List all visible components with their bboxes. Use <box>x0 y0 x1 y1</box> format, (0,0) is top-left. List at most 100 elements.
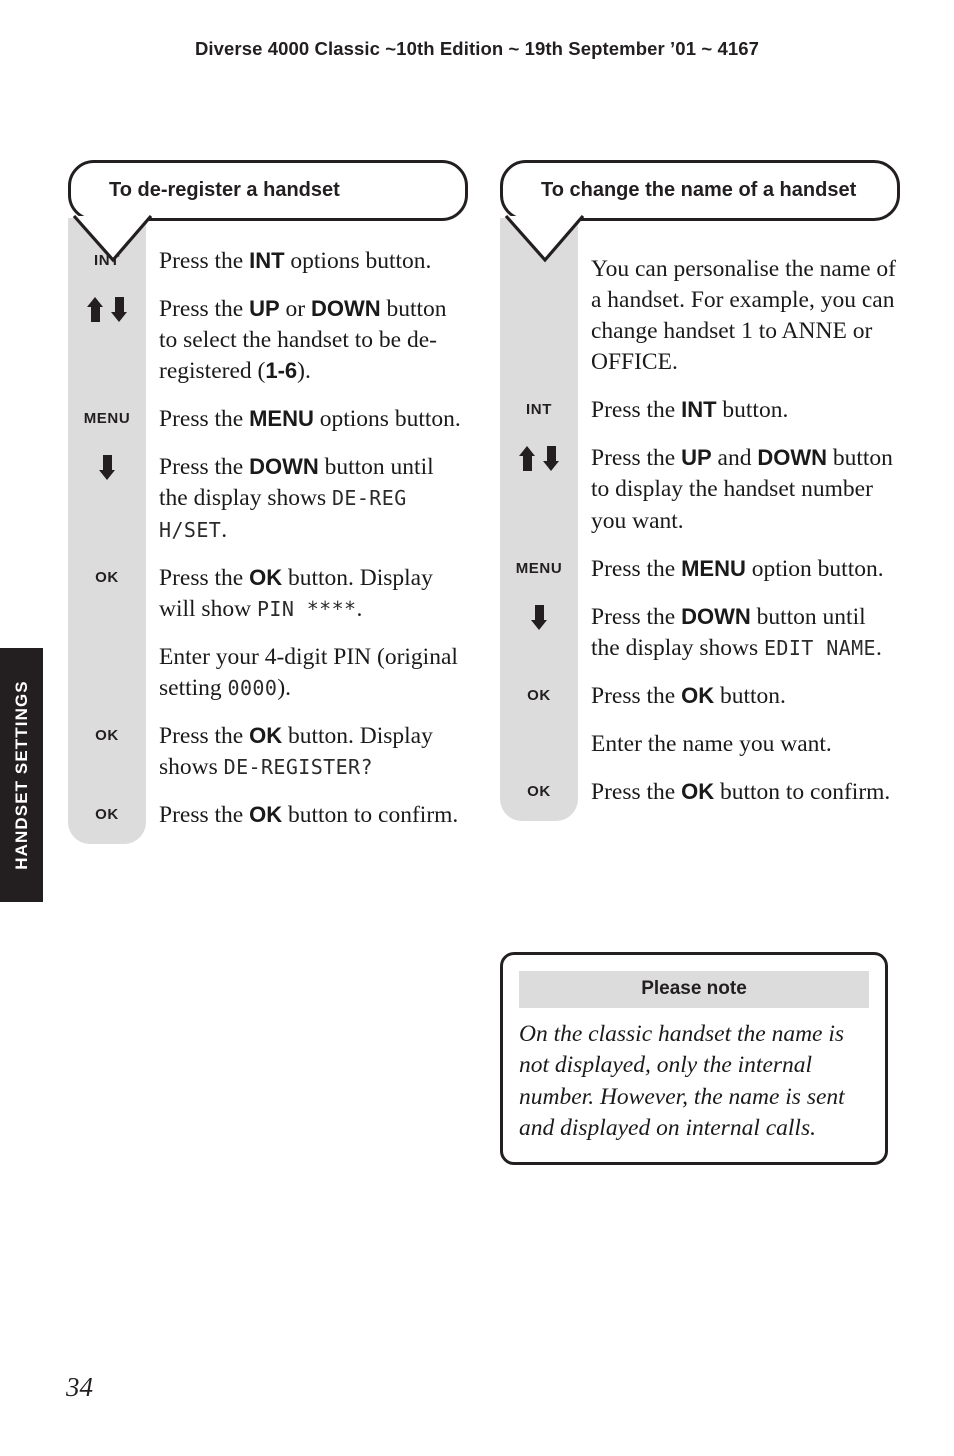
arrow-down-icon <box>542 446 560 472</box>
step-row: MENU Press the MENU options button. <box>68 404 468 435</box>
step-instruction-text: Press the OK button. <box>578 681 900 712</box>
arrow-down-icon <box>110 297 128 323</box>
page-number: 34 <box>66 1372 93 1402</box>
step-row: OK Press the OK button to confirm. <box>500 777 900 808</box>
text-run: Enter your 4-digit PIN (original setting <box>159 643 458 701</box>
procedure-title-right: To change the name of a handset <box>541 179 857 201</box>
step-row: Enter your 4-digit PIN (original setting… <box>68 642 468 704</box>
step-instruction-text: Enter your 4-digit PIN (original setting… <box>146 642 468 704</box>
text-run: Press the <box>159 296 250 323</box>
running-head: Diverse 4000 Classic ~10th Edition ~ 19t… <box>194 38 760 59</box>
arrow-up-icon <box>86 297 104 323</box>
procedure-column-change-name: To change the name of a handset You can … <box>500 160 900 821</box>
text-run: button. <box>714 682 786 709</box>
button-name: 1-6 <box>265 358 298 384</box>
steps-list-left: INT Press the INT options button. Press th… <box>68 218 468 844</box>
text-run: Press the <box>159 454 250 481</box>
step-row: MENU Press the MENU option button. <box>500 554 900 585</box>
procedure-title-left: To de-register a handset <box>109 179 340 201</box>
text-run: Press the <box>591 555 682 582</box>
text-run: button to confirm. <box>714 778 891 805</box>
text-run: button to confirm. <box>282 801 459 828</box>
step-row: INT Press the INT options button. <box>68 246 468 277</box>
button-name: INT <box>249 248 285 274</box>
step-row: Press the UP or DOWN button to select th… <box>68 294 468 387</box>
text-run: Press the <box>159 564 250 591</box>
step-instruction-text: Press the MENU option button. <box>578 554 900 585</box>
text-run: Press the <box>591 778 682 805</box>
step-key-down-arrow <box>68 452 146 481</box>
step-row: OK Press the OK button to confirm. <box>68 800 468 831</box>
button-name: DOWN <box>310 296 381 322</box>
procedure-heading-bubble-left: To de-register a handset <box>68 160 468 263</box>
button-name: UP <box>681 445 712 471</box>
arrow-up-icon <box>518 446 536 472</box>
step-instruction-text: Press the DOWN button until the display … <box>578 602 900 664</box>
lcd-display-text: DE-REGISTER? <box>223 754 373 779</box>
step-key-label: OK <box>95 568 119 586</box>
step-key-label: MENU <box>83 410 131 428</box>
step-key-label: OK <box>527 782 551 800</box>
step-key-label: OK <box>95 726 119 744</box>
text-run: options button. <box>284 248 432 275</box>
step-row: Press the DOWN button until the display … <box>68 452 468 545</box>
step-key-label: MENU <box>515 559 563 577</box>
step-key-down-arrow <box>500 602 578 630</box>
button-name: INT <box>681 397 717 423</box>
button-name: OK <box>249 801 283 827</box>
button-name: UP <box>249 296 280 322</box>
button-name: DOWN <box>681 603 751 629</box>
step-instruction-text: Press the DOWN button until the display … <box>146 452 468 545</box>
section-tab-handset-settings: HANDSET SETTINGS <box>0 648 43 902</box>
text-run: Press the <box>591 445 682 472</box>
step-row: You can personalise the name of a handse… <box>500 254 900 378</box>
lcd-display-text: 0000 <box>227 675 278 700</box>
text-run: . <box>875 634 882 661</box>
procedure-column-de-register: To de-register a handset INT Press the IN… <box>68 160 468 844</box>
please-note-body: On the classic handset the name is not d… <box>519 1021 845 1141</box>
step-instruction-text: Press the UP or DOWN button to select th… <box>146 294 468 387</box>
button-name: OK <box>681 682 715 708</box>
step-row: OK Press the OK button. Display shows DE-… <box>68 721 468 783</box>
lcd-display-text: EDIT NAME <box>763 635 876 660</box>
step-key-label: INT <box>94 252 120 270</box>
step-instruction-text: Press the INT options button. <box>146 246 468 277</box>
step-row: Enter the name you want. <box>500 729 900 760</box>
text-run: Press the <box>159 722 250 749</box>
button-name: MENU <box>249 406 314 432</box>
step-row: Press the UP and DOWN button to display … <box>500 443 900 536</box>
text-run: ). <box>277 674 292 701</box>
step-row: OK Press the OK button. Display will show… <box>68 563 468 625</box>
text-run: Press the <box>159 801 250 828</box>
text-run: Press the <box>591 682 682 709</box>
text-run: . <box>221 516 228 543</box>
step-instruction-text: Press the OK button to confirm. <box>578 777 900 808</box>
step-row: Press the DOWN button until the display … <box>500 602 900 664</box>
step-instruction-text: Enter the name you want. <box>578 729 900 760</box>
arrow-pair <box>518 446 560 472</box>
text-run: ). <box>297 358 311 385</box>
step-key-up-down-arrows <box>500 443 578 475</box>
step-key-empty <box>500 254 578 260</box>
procedure-heading-bubble-right: To change the name of a handset <box>500 160 900 263</box>
step-row: OK Press the OK button. <box>500 681 900 712</box>
step-instruction-text: Press the UP and DOWN button to display … <box>578 443 900 536</box>
text-run: and <box>711 445 758 472</box>
step-row: INT Press the INT button. <box>500 395 900 426</box>
arrow-down-icon <box>530 604 548 630</box>
